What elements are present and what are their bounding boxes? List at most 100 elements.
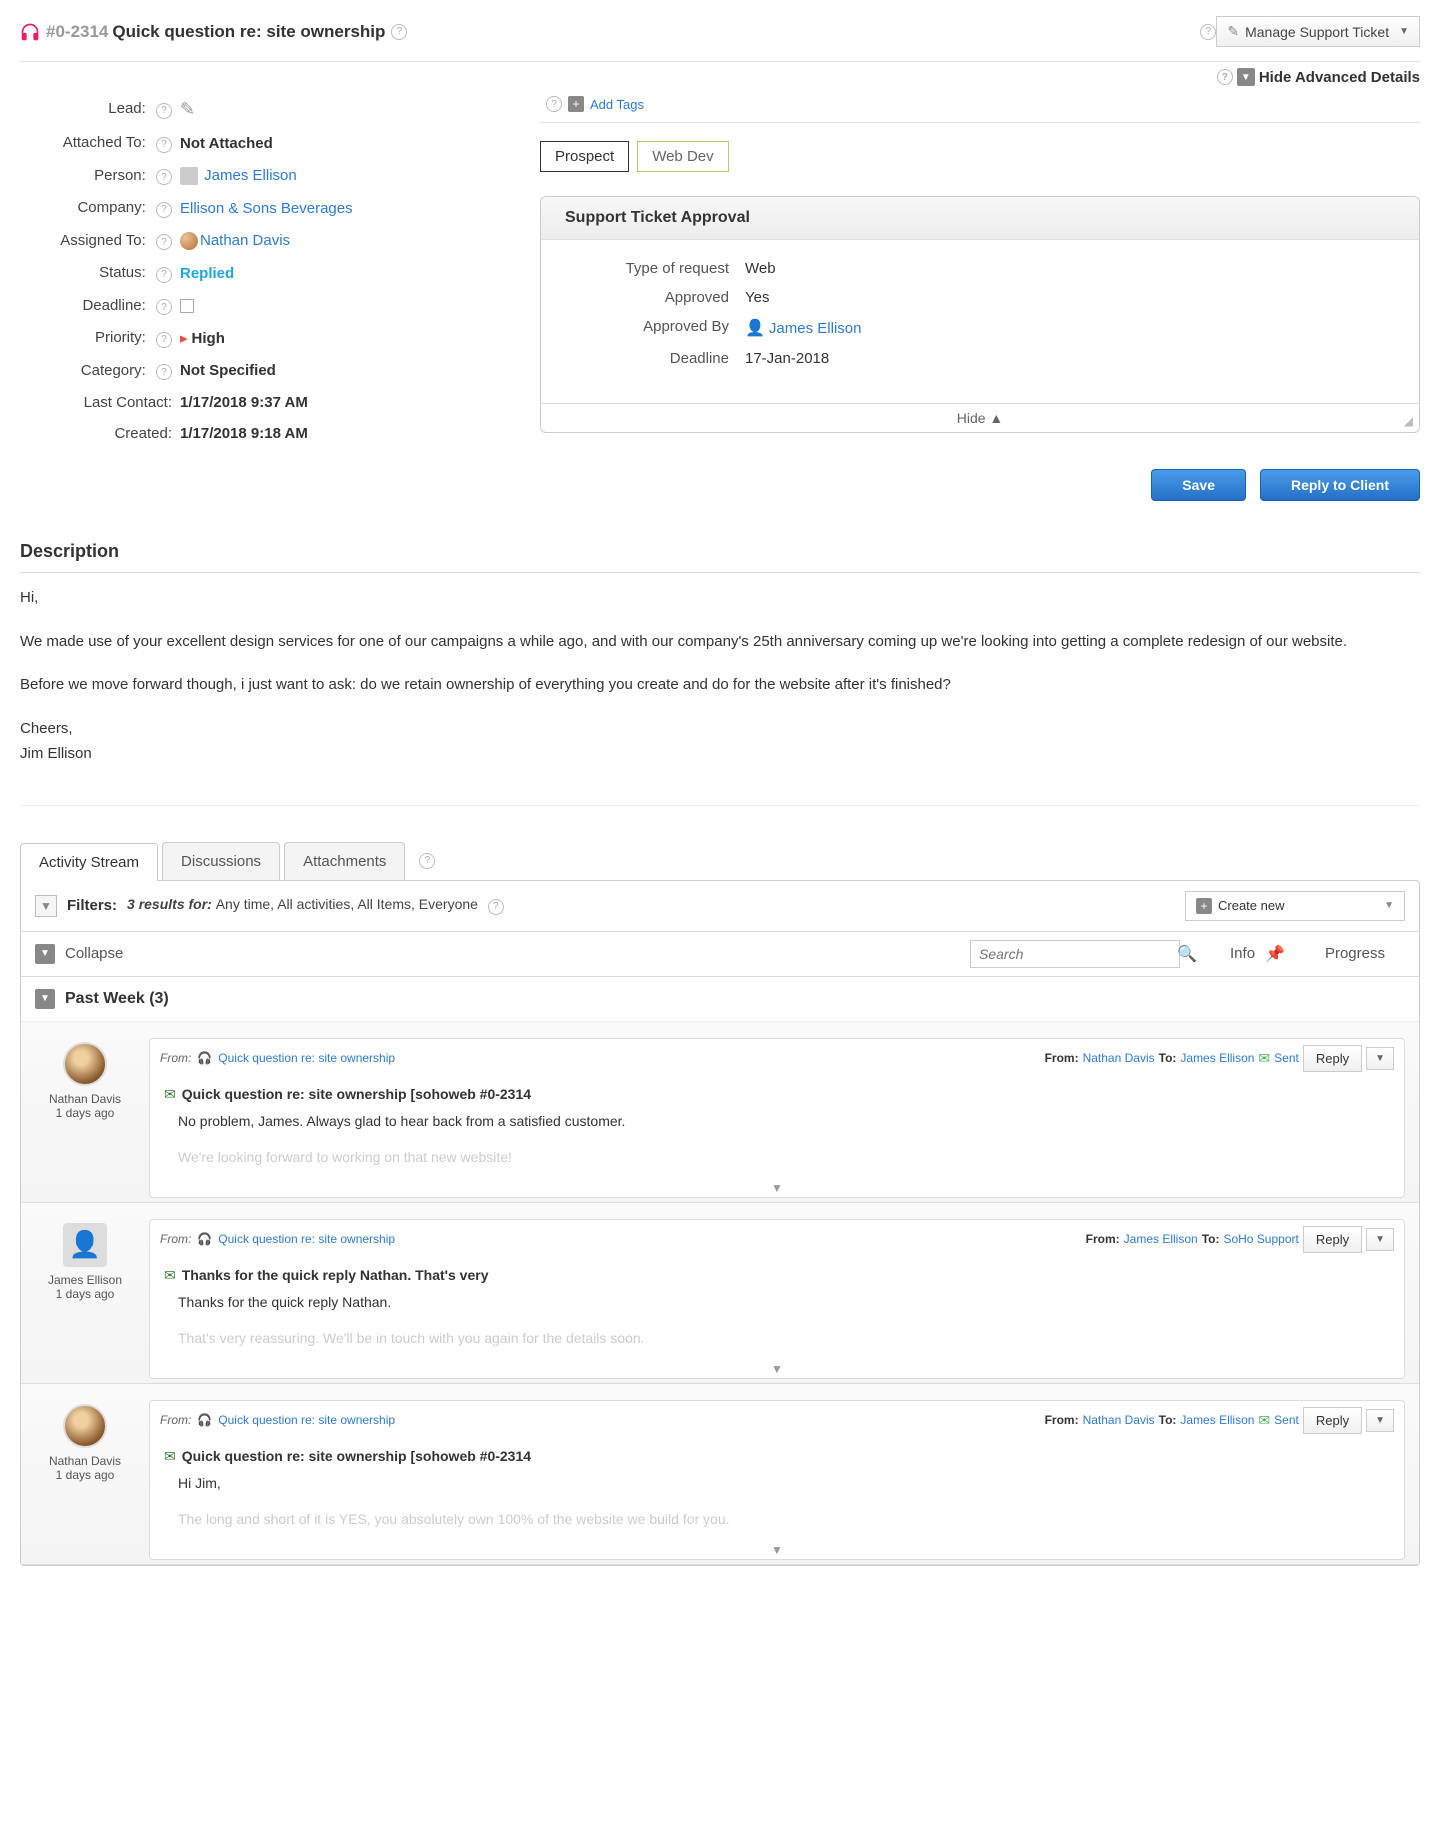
envelope-icon: ✉: [164, 1267, 176, 1284]
help-icon[interactable]: ?: [156, 202, 172, 218]
collapse-icon[interactable]: ▼: [35, 944, 55, 964]
tab-activity[interactable]: Activity Stream: [20, 843, 158, 881]
filter-icon[interactable]: ▼: [35, 895, 57, 917]
mail-icon: ✉: [1258, 1412, 1270, 1429]
help-icon[interactable]: ?: [546, 96, 562, 112]
approved-by-link[interactable]: James Ellison: [769, 320, 862, 337]
person-link[interactable]: James Ellison: [204, 167, 297, 184]
help-icon[interactable]: ?: [156, 364, 172, 380]
help-icon[interactable]: ?: [156, 103, 172, 119]
ticket-id: #0-2314: [46, 22, 108, 42]
tag-prospect[interactable]: Prospect: [540, 141, 629, 172]
collapse-label[interactable]: Collapse: [65, 945, 123, 962]
assigned-avatar-icon: [180, 232, 198, 250]
from-label: From:: [160, 1413, 191, 1427]
manage-ticket-button[interactable]: ✎ Manage Support Ticket ▼: [1216, 16, 1420, 47]
mail-icon: ✉: [1258, 1050, 1270, 1067]
activity-snippet: Thanks for the quick reply Nathan.: [164, 1288, 1390, 1316]
from-label: From:: [1045, 1051, 1079, 1065]
from-person-link[interactable]: Nathan Davis: [1083, 1051, 1155, 1065]
save-button[interactable]: Save: [1151, 469, 1246, 501]
create-new-dropdown[interactable]: + Create new: [1185, 891, 1405, 921]
help-icon[interactable]: ?: [156, 299, 172, 315]
headphones-icon: 🎧: [197, 1051, 212, 1065]
headphones-icon: 🎧: [197, 1232, 212, 1246]
to-person-link[interactable]: James Ellison: [1180, 1413, 1254, 1427]
add-tags-link[interactable]: Add Tags: [590, 97, 644, 112]
description-body: Hi, We made use of your excellent design…: [20, 585, 1420, 806]
from-label: From:: [1045, 1413, 1079, 1427]
approval-hide-toggle[interactable]: Hide ▲◢: [541, 403, 1419, 432]
reply-client-button[interactable]: Reply to Client: [1260, 469, 1420, 501]
approval-deadline-value: 17-Jan-2018: [745, 350, 1395, 367]
to-label: To:: [1159, 1413, 1177, 1427]
help-icon[interactable]: ?: [391, 24, 407, 40]
expand-arrow-icon[interactable]: ▼: [150, 1362, 1404, 1378]
reply-button[interactable]: Reply: [1303, 1407, 1362, 1434]
status-value: Replied: [180, 265, 234, 282]
from-person-link[interactable]: Nathan Davis: [1083, 1413, 1155, 1427]
hide-advanced-toggle[interactable]: ? ▼ Hide Advanced Details: [20, 62, 1420, 92]
flag-icon: ▸: [180, 330, 188, 347]
company-link[interactable]: Ellison & Sons Beverages: [180, 200, 353, 217]
tag-webdev[interactable]: Web Dev: [637, 141, 728, 172]
reply-button[interactable]: Reply: [1303, 1045, 1362, 1072]
created-value: 1/17/2018 9:18 AM: [180, 425, 500, 442]
to-person-link[interactable]: SoHo Support: [1223, 1232, 1298, 1246]
category-label: Category:: [81, 362, 146, 379]
source-link[interactable]: Quick question re: site ownership: [218, 1413, 395, 1427]
help-icon[interactable]: ?: [156, 332, 172, 348]
collapse-icon[interactable]: ▼: [35, 989, 55, 1009]
resize-grip-icon[interactable]: ◢: [1404, 414, 1413, 428]
attached-value: Not Attached: [180, 135, 500, 152]
help-icon[interactable]: ?: [156, 267, 172, 283]
search-box[interactable]: 🔍: [970, 940, 1180, 968]
group-past-week[interactable]: ▼ Past Week (3): [21, 977, 1419, 1022]
help-icon[interactable]: ?: [1200, 24, 1216, 40]
help-icon[interactable]: ?: [156, 169, 172, 185]
from-person-link[interactable]: James Ellison: [1124, 1232, 1198, 1246]
avatar: [63, 1404, 107, 1448]
search-icon[interactable]: 🔍: [1169, 944, 1205, 964]
plus-icon[interactable]: +: [568, 96, 584, 112]
expand-arrow-icon[interactable]: ▼: [150, 1181, 1404, 1197]
reply-button[interactable]: Reply: [1303, 1226, 1362, 1253]
source-link[interactable]: Quick question re: site ownership: [218, 1232, 395, 1246]
plus-icon: +: [1196, 898, 1212, 914]
tab-attachments[interactable]: Attachments: [284, 842, 405, 880]
pencil-icon: ✎: [1227, 23, 1239, 40]
tab-discussions[interactable]: Discussions: [162, 842, 280, 880]
tags-row: Prospect Web Dev: [540, 123, 1420, 190]
help-icon[interactable]: ?: [156, 234, 172, 250]
activity-body: From: 🎧 Quick question re: site ownershi…: [149, 1400, 1405, 1560]
info-label: Info: [1230, 945, 1255, 962]
author-ago: 1 days ago: [35, 1287, 135, 1301]
reply-dropdown[interactable]: ▼: [1366, 1228, 1394, 1251]
activity-snippet: No problem, James. Always glad to hear b…: [164, 1107, 1390, 1135]
pencil-icon[interactable]: ✎: [180, 99, 195, 119]
help-icon[interactable]: ?: [156, 137, 172, 153]
description-title: Description: [20, 531, 1420, 573]
activity-body: From: 🎧 Quick question re: site ownershi…: [149, 1219, 1405, 1379]
source-link[interactable]: Quick question re: site ownership: [218, 1051, 395, 1065]
approval-type-label: Type of request: [565, 260, 745, 277]
pin-icon[interactable]: 📌: [1265, 944, 1285, 964]
activity-fade-text: We're looking forward to working on that…: [164, 1135, 1390, 1167]
help-icon[interactable]: ?: [488, 899, 504, 915]
company-label: Company:: [77, 199, 145, 216]
help-icon[interactable]: ?: [419, 853, 435, 869]
deadline-checkbox[interactable]: [180, 299, 194, 313]
reply-dropdown[interactable]: ▼: [1366, 1409, 1394, 1432]
assigned-link[interactable]: Nathan Davis: [200, 232, 290, 249]
expand-arrow-icon[interactable]: ▼: [150, 1543, 1404, 1559]
approved-by-label: Approved By: [565, 318, 745, 338]
activity-subject: Thanks for the quick reply Nathan. That'…: [182, 1267, 489, 1283]
help-icon[interactable]: ?: [1217, 69, 1233, 85]
desc-p5: Jim Ellison: [20, 741, 1420, 767]
search-input[interactable]: [971, 941, 1169, 967]
activity-snippet: Hi Jim,: [164, 1469, 1390, 1497]
from-label: From:: [160, 1051, 191, 1065]
created-label: Created:: [20, 425, 180, 442]
reply-dropdown[interactable]: ▼: [1366, 1047, 1394, 1070]
to-person-link[interactable]: James Ellison: [1180, 1051, 1254, 1065]
